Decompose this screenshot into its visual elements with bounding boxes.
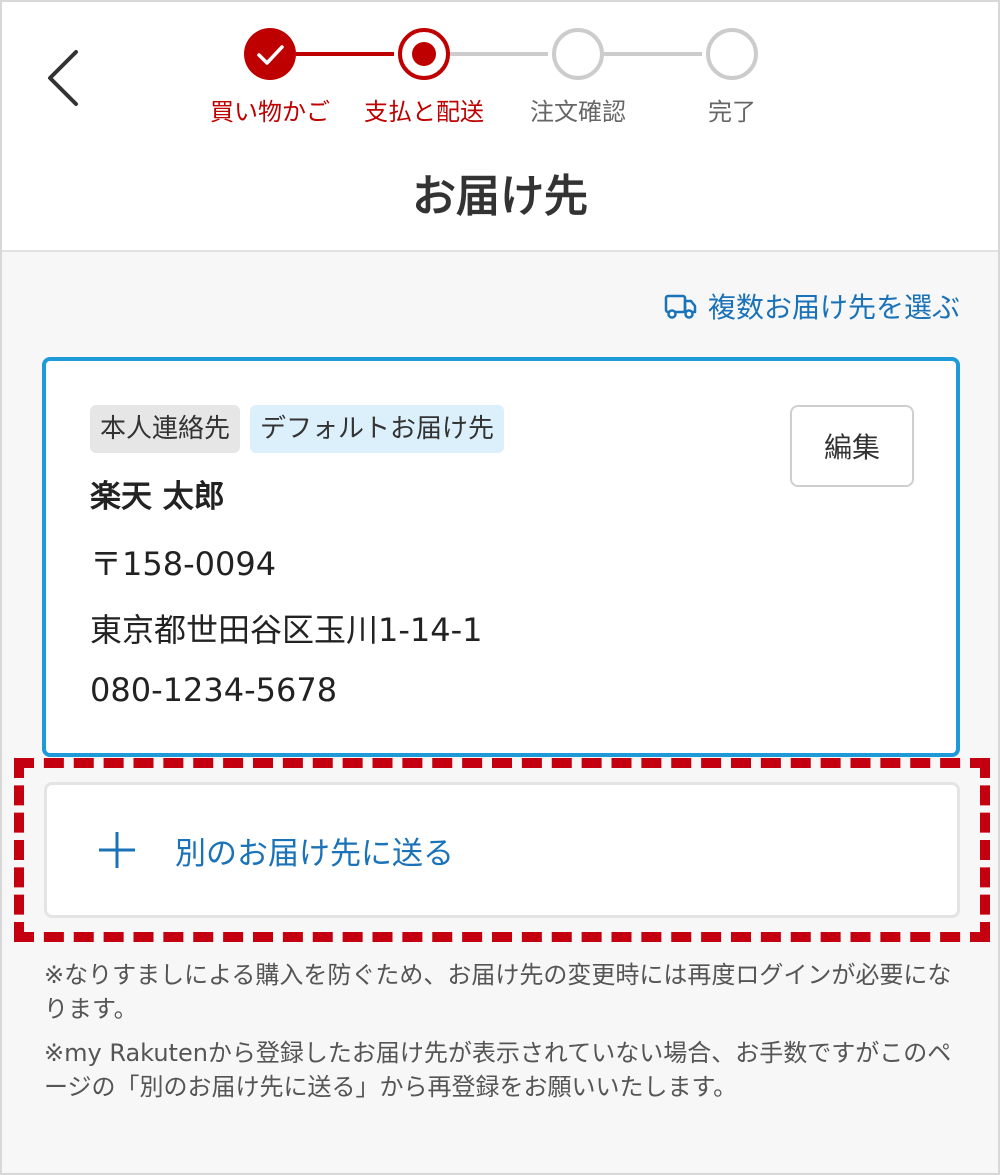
screen: 買い物かご 支払と配送 注文確認 完了 お届け先 複数お届け先を選ぶ 本人連絡先…	[0, 0, 1000, 1175]
page-title: お届け先	[412, 171, 588, 222]
send-to-other-address-button[interactable]: 別のお届け先に送る	[44, 782, 960, 918]
default-address-badge: デフォルトお届け先	[250, 405, 505, 453]
edit-address-button[interactable]: 編集	[790, 405, 914, 487]
step-2-indicator	[398, 28, 450, 80]
send-to-other-address-label: 別のお届け先に送る	[175, 835, 454, 872]
self-contact-badge: 本人連絡先	[90, 405, 241, 453]
header: 買い物かご 支払と配送 注文確認 完了 お届け先	[2, 2, 998, 252]
note-login: ※なりすましによる購入を防ぐため、お届け先の変更時には再度ログインが必要になりま…	[44, 961, 952, 1023]
multi-destination-label: 複数お届け先を選ぶ	[707, 291, 960, 324]
multi-destination-link[interactable]: 複数お届け先を選ぶ	[664, 286, 960, 326]
step-1-label: 買い物かご	[210, 98, 330, 126]
step-connector-3	[604, 52, 702, 56]
check-icon	[257, 45, 284, 65]
step-2-label: 支払と配送	[364, 98, 484, 126]
step-3-indicator	[552, 28, 604, 80]
step-4-label: 完了	[708, 98, 756, 126]
truck-icon	[664, 294, 697, 319]
recipient-name: 楽天 太郎	[90, 479, 225, 515]
step-connector-2	[450, 52, 548, 56]
selected-address-card[interactable]: 本人連絡先 デフォルトお届け先 編集 楽天 太郎 〒158-0094 東京都世田…	[42, 357, 960, 757]
plus-icon	[97, 830, 137, 870]
step-4-indicator	[706, 28, 758, 80]
step-connector-1	[296, 52, 394, 56]
street-address: 東京都世田谷区玉川1-14-1	[90, 611, 483, 649]
note-reregister: ※my Rakutenから登録したお届け先が表示されていない場合、お手数ですがこ…	[44, 1039, 952, 1101]
address-badges: 本人連絡先 デフォルトお届け先	[90, 405, 505, 453]
step-1-indicator	[244, 28, 296, 80]
step-3-label: 注文確認	[530, 98, 626, 126]
notes: ※なりすましによる購入を防ぐため、お届け先の変更時には再度ログインが必要になりま…	[44, 958, 960, 1114]
phone-number: 080-1234-5678	[90, 671, 338, 709]
progress-stepper: 買い物かご 支払と配送 注文確認 完了	[2, 2, 998, 132]
postal-code: 〒158-0094	[90, 545, 277, 583]
